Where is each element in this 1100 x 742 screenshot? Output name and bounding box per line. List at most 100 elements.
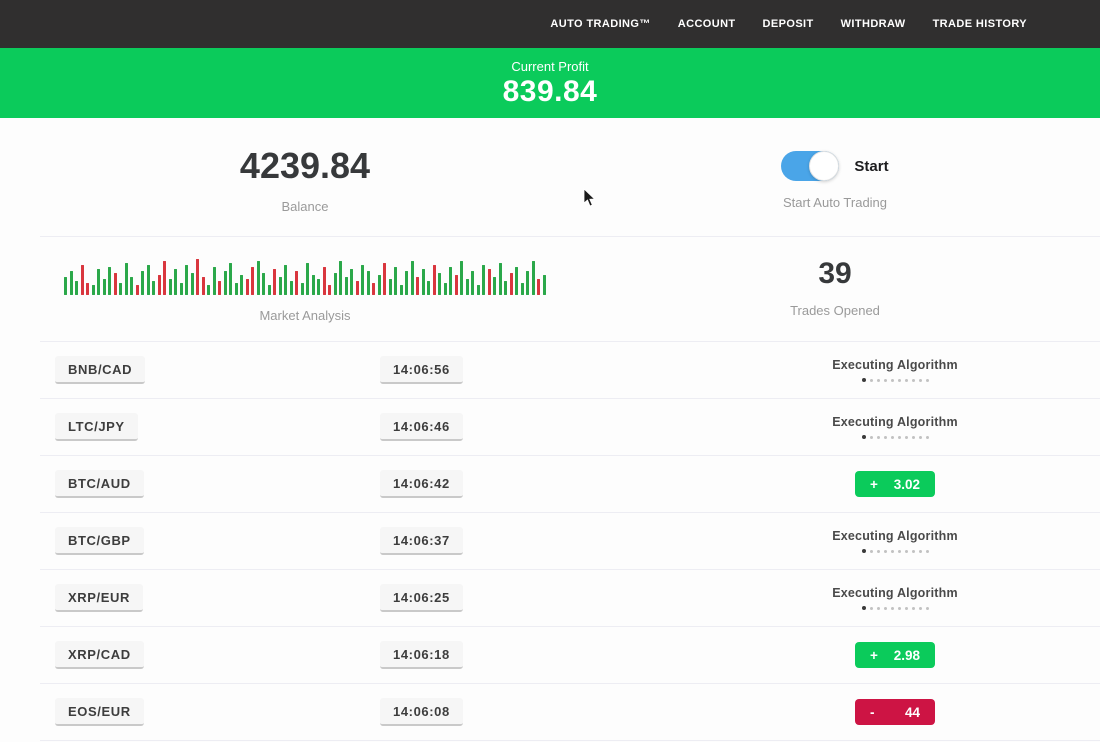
chart-bar [411, 261, 414, 295]
progress-dots [862, 378, 929, 382]
loss-badge: -44 [855, 699, 935, 725]
chart-bar [521, 283, 524, 295]
chart-bar [235, 283, 238, 295]
chart-bar [378, 275, 381, 295]
chart-bar [499, 263, 502, 295]
chart-bar [543, 275, 546, 295]
balance-value: 4239.84 [240, 146, 370, 186]
pair-badge[interactable]: XRP/EUR [55, 584, 143, 612]
trades-opened-label: Trades Opened [790, 303, 880, 318]
chart-bar [515, 267, 518, 295]
trades-list: BNB/CAD 14:06:56 Executing Algorithm LTC/JP… [40, 341, 1100, 741]
pair-badge[interactable]: EOS/EUR [55, 698, 144, 726]
time-badge: 14:06:46 [380, 413, 463, 441]
chart-bar [224, 271, 227, 295]
time-cell: 14:06:42 [380, 470, 690, 498]
nav-item-deposit[interactable]: DEPOSIT [763, 18, 814, 30]
pair-badge[interactable]: BTC/GBP [55, 527, 144, 555]
chart-bar [147, 265, 150, 295]
pair-cell: XRP/CAD [40, 641, 380, 669]
nav-item-withdraw[interactable]: WITHDRAW [841, 18, 906, 30]
chart-bar [345, 277, 348, 295]
top-navbar: AUTO TRADING™ ACCOUNT DEPOSIT WITHDRAW TRADE… [0, 0, 1100, 48]
pair-badge[interactable]: BNB/CAD [55, 356, 145, 384]
chart-bar [482, 265, 485, 295]
executing-status-label: Executing Algorithm [832, 529, 958, 543]
status-cell: +2.98 [690, 642, 1100, 668]
trade-row: BNB/CAD14:06:56Executing Algorithm [40, 341, 1100, 398]
time-badge: 14:06:42 [380, 470, 463, 498]
pair-badge[interactable]: XRP/CAD [55, 641, 144, 669]
chart-bar [323, 267, 326, 295]
auto-trading-toggle-row: Start [781, 146, 888, 186]
chart-bar [295, 271, 298, 295]
auto-trading-toggle[interactable] [781, 151, 839, 181]
chart-bar [394, 267, 397, 295]
profit-value: 839.84 [503, 75, 598, 109]
chart-bar [213, 267, 216, 295]
chart-bar [471, 271, 474, 295]
time-cell: 14:06:56 [380, 356, 690, 384]
chart-bar [367, 271, 370, 295]
profit-banner: Current Profit 839.84 [0, 48, 1100, 118]
progress-dot-icon [870, 550, 873, 553]
nav-item-trade-history[interactable]: TRADE HISTORY [933, 18, 1027, 30]
chart-bar [416, 277, 419, 295]
chart-bar [180, 283, 183, 295]
nav-item-account[interactable]: ACCOUNT [678, 18, 736, 30]
chart-bar [449, 267, 452, 295]
chart-bar [301, 283, 304, 295]
pair-cell: LTC/JPY [40, 413, 380, 441]
progress-dot-icon [912, 550, 915, 553]
chart-bar [103, 279, 106, 295]
progress-dot-icon [884, 379, 887, 382]
pair-badge[interactable]: LTC/JPY [55, 413, 138, 441]
result-sign: + [870, 477, 878, 492]
market-analysis-chart [64, 257, 546, 295]
chart-bar [108, 267, 111, 295]
chart-bar [114, 273, 117, 295]
chart-bar [306, 263, 309, 295]
chart-bar [405, 271, 408, 295]
chart-bar [163, 261, 166, 295]
result-value: 2.98 [894, 648, 920, 663]
progress-dot-icon [870, 436, 873, 439]
status-cell: -44 [690, 699, 1100, 725]
progress-dot-icon [919, 607, 922, 610]
progress-dot-icon [862, 549, 866, 553]
status-cell: Executing Algorithm [690, 415, 1100, 439]
chart-bar [361, 265, 364, 295]
chart-bar [526, 271, 529, 295]
profit-badge: +2.98 [855, 642, 935, 668]
chart-bar [466, 279, 469, 295]
balance-stat: 4239.84 Balance [40, 146, 570, 236]
chart-bar [207, 285, 210, 295]
progress-dot-icon [884, 436, 887, 439]
market-analysis-label: Market Analysis [259, 308, 350, 323]
chart-bar [510, 273, 513, 295]
time-cell: 14:06:37 [380, 527, 690, 555]
progress-dot-icon [926, 436, 929, 439]
chart-bar [339, 261, 342, 295]
progress-dot-icon [891, 436, 894, 439]
progress-dot-icon [905, 607, 908, 610]
balance-label: Balance [282, 199, 329, 214]
chart-bar [218, 281, 221, 295]
chart-bar [312, 275, 315, 295]
time-cell: 14:06:46 [380, 413, 690, 441]
progress-dot-icon [898, 436, 901, 439]
chart-bar [185, 265, 188, 295]
auto-trading-stat: Start Start Auto Trading [570, 146, 1100, 236]
result-sign: + [870, 648, 878, 663]
progress-dot-icon [877, 550, 880, 553]
progress-dots [862, 549, 929, 553]
chart-bar [455, 275, 458, 295]
nav-item-auto-trading[interactable]: AUTO TRADING™ [550, 18, 650, 30]
executing-status-label: Executing Algorithm [832, 415, 958, 429]
profit-badge: +3.02 [855, 471, 935, 497]
chart-bar [328, 285, 331, 295]
status-cell: Executing Algorithm [690, 529, 1100, 553]
result-sign: - [870, 705, 875, 720]
pair-badge[interactable]: BTC/AUD [55, 470, 144, 498]
chart-bar [152, 281, 155, 295]
